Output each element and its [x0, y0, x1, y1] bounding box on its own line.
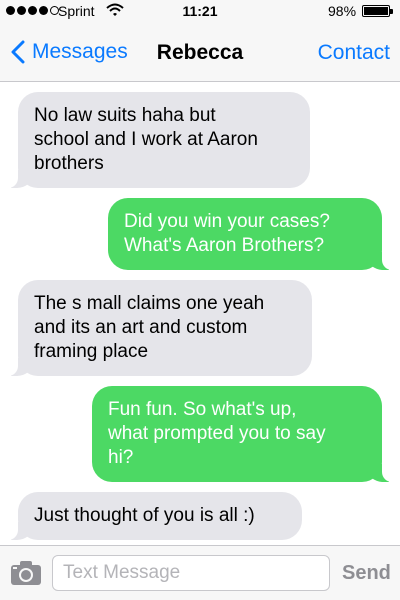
message-text: Just thought of you is all :) — [34, 505, 255, 526]
message-input-bar: Send — [0, 545, 400, 600]
message-thread[interactable]: No law suits haha but school and I work … — [0, 82, 400, 545]
messages-screen: Sprint 11:21 98% Messages Rebecca Contac… — [0, 0, 400, 600]
battery-icon — [362, 5, 390, 17]
camera-icon[interactable] — [10, 560, 42, 586]
text-message-input[interactable] — [52, 555, 330, 591]
outgoing-message-bubble[interactable]: Fun fun. So what's up, what prompted you… — [92, 386, 394, 482]
contact-button[interactable]: Contact — [318, 41, 390, 65]
message-text: Did you win your cases? What's Aaron Bro… — [124, 211, 330, 256]
status-bar: Sprint 11:21 98% — [0, 0, 400, 22]
navigation-bar: Messages Rebecca Contact — [0, 22, 400, 82]
back-to-messages-button[interactable]: Messages — [8, 40, 128, 64]
battery-tip — [390, 9, 393, 14]
back-button-label: Messages — [32, 40, 128, 63]
message-text: The s mall claims one yeah and its an ar… — [34, 293, 265, 362]
outgoing-message-bubble[interactable]: Did you win your cases? What's Aaron Bro… — [108, 198, 394, 270]
chevron-left-icon — [11, 40, 25, 64]
send-button[interactable]: Send — [342, 562, 391, 585]
battery-percent: 98% — [328, 3, 357, 19]
incoming-message-bubble[interactable]: No law suits haha but school and I work … — [6, 92, 310, 188]
incoming-message-bubble[interactable]: The s mall claims one yeah and its an ar… — [6, 280, 312, 376]
message-text: Fun fun. So what's up, what prompted you… — [108, 399, 326, 468]
message-text: No law suits haha but school and I work … — [34, 105, 258, 174]
incoming-message-bubble[interactable]: Just thought of you is all :) — [6, 492, 302, 540]
